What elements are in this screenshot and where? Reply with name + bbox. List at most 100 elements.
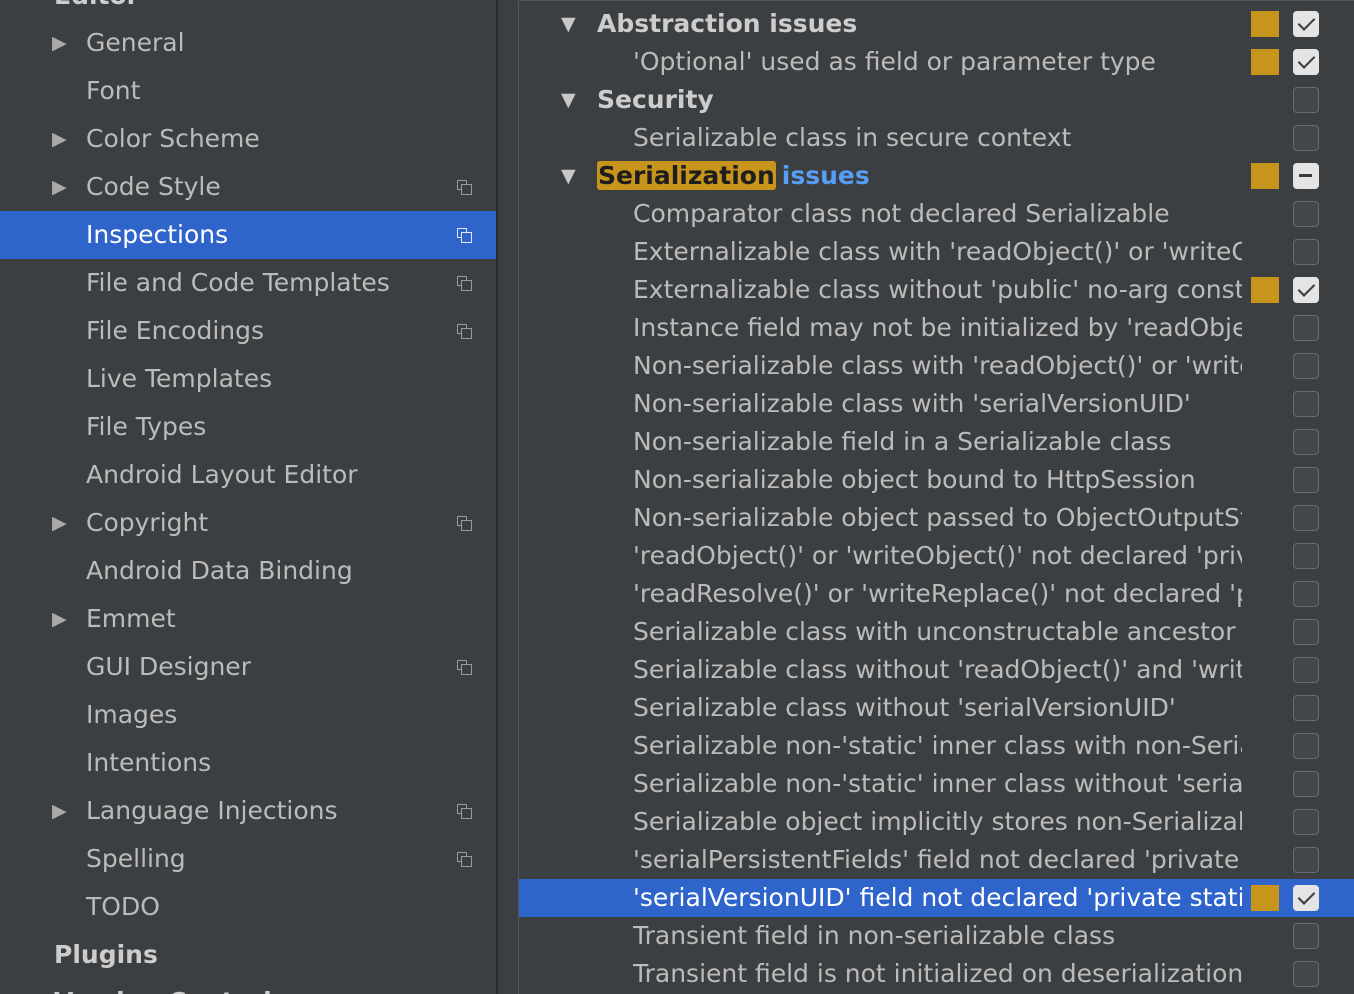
inspection-row[interactable]: Externalizable class with 'readObject()'… xyxy=(519,233,1354,271)
enable-checkbox[interactable] xyxy=(1293,809,1319,835)
expand-arrow-icon[interactable]: ▶ xyxy=(52,787,67,835)
copy-icon xyxy=(457,852,472,867)
inspection-row[interactable]: 'serialPersistentFields' field not decla… xyxy=(519,841,1354,879)
enable-checkbox[interactable] xyxy=(1293,885,1319,911)
sidebar-item-color-scheme[interactable]: ▶ Color Scheme xyxy=(0,115,496,163)
inspection-label: Non-serializable class with 'readObject(… xyxy=(633,351,1242,380)
enable-checkbox[interactable] xyxy=(1293,429,1319,455)
sidebar-item-label: Spelling xyxy=(86,844,186,873)
sidebar-item-inspections[interactable]: Inspections xyxy=(0,211,496,259)
enable-checkbox[interactable] xyxy=(1293,239,1319,265)
sidebar-item-spelling[interactable]: Spelling xyxy=(0,835,496,883)
enable-checkbox[interactable] xyxy=(1293,125,1319,151)
inspection-row[interactable]: Serializable class without 'readObject()… xyxy=(519,651,1354,689)
sidebar-item-general[interactable]: ▶ General xyxy=(0,19,496,67)
enable-checkbox[interactable] xyxy=(1293,87,1319,113)
inspection-row[interactable]: Transient field is not initialized on de… xyxy=(519,955,1354,993)
inspection-label: Serializable non-'static' inner class wi… xyxy=(633,769,1242,798)
enable-checkbox[interactable] xyxy=(1293,923,1319,949)
inspection-row[interactable]: Non-serializable object passed to Object… xyxy=(519,499,1354,537)
expand-arrow-icon[interactable]: ▶ xyxy=(52,19,67,67)
inspection-row[interactable]: 'serialVersionUID' field not declared 'p… xyxy=(519,879,1354,917)
sidebar-item-android-layout-editor[interactable]: Android Layout Editor xyxy=(0,451,496,499)
search-match-highlight: Serialization xyxy=(597,161,776,190)
sidebar-item-images[interactable]: Images xyxy=(0,691,496,739)
sidebar-item-gui-designer[interactable]: GUI Designer xyxy=(0,643,496,691)
inspection-row[interactable]: Instance field may not be initialized by… xyxy=(519,309,1354,347)
triangle-down-icon[interactable]: ▼ xyxy=(561,81,576,119)
sidebar-item-code-style[interactable]: ▶ Code Style xyxy=(0,163,496,211)
enable-checkbox[interactable] xyxy=(1293,733,1319,759)
enable-checkbox[interactable] xyxy=(1293,49,1319,75)
enable-checkbox[interactable] xyxy=(1293,657,1319,683)
expand-arrow-icon[interactable]: ▶ xyxy=(52,499,67,547)
sidebar-item-label: Android Layout Editor xyxy=(86,460,358,489)
copy-icon xyxy=(457,180,472,195)
inspection-label: Non-serializable object passed to Object… xyxy=(633,503,1242,532)
enable-checkbox[interactable] xyxy=(1293,277,1319,303)
sidebar-item-label: General xyxy=(86,28,185,57)
inspection-row[interactable]: 'readResolve()' or 'writeReplace()' not … xyxy=(519,575,1354,613)
inspection-row[interactable]: Non-serializable field in a Serializable… xyxy=(519,423,1354,461)
inspection-row[interactable]: 'readObject()' or 'writeObject()' not de… xyxy=(519,537,1354,575)
inspection-row[interactable]: Serializable non-'static' inner class wi… xyxy=(519,765,1354,803)
inspection-row[interactable]: Serializable non-'static' inner class wi… xyxy=(519,727,1354,765)
inspection-row[interactable]: 'Optional' used as field or parameter ty… xyxy=(519,43,1354,81)
sidebar-item-file-and-code-templates[interactable]: File and Code Templates xyxy=(0,259,496,307)
sidebar-section-plugins[interactable]: Plugins xyxy=(54,931,158,979)
inspection-group-row[interactable]: ▼ Serialization issues xyxy=(519,157,1354,195)
enable-checkbox[interactable] xyxy=(1293,847,1319,873)
copy-icon xyxy=(457,324,472,339)
inspection-group-row[interactable]: ▼ Abstraction issues xyxy=(519,5,1354,43)
inspection-row[interactable]: Serializable class in secure context xyxy=(519,119,1354,157)
sidebar-section-version-control[interactable]: Version Control xyxy=(54,978,272,994)
enable-checkbox[interactable] xyxy=(1293,315,1319,341)
sidebar-section-editor[interactable]: Editor xyxy=(54,0,139,20)
inspection-row[interactable]: Externalizable class without 'public' no… xyxy=(519,271,1354,309)
enable-checkbox[interactable] xyxy=(1293,201,1319,227)
sidebar-item-file-types[interactable]: File Types xyxy=(0,403,496,451)
sidebar-item-label: Intentions xyxy=(86,748,212,777)
inspection-row[interactable]: Transient field in non-serializable clas… xyxy=(519,917,1354,955)
sidebar-item-emmet[interactable]: ▶ Emmet xyxy=(0,595,496,643)
enable-checkbox[interactable] xyxy=(1293,581,1319,607)
triangle-down-icon[interactable]: ▼ xyxy=(561,5,576,43)
sidebar-item-copyright[interactable]: ▶ Copyright xyxy=(0,499,496,547)
copy-icon xyxy=(457,516,472,531)
sidebar-item-label: Android Data Binding xyxy=(86,556,353,585)
inspection-row[interactable]: Serializable object implicitly stores no… xyxy=(519,803,1354,841)
sidebar-item-language-injections[interactable]: ▶ Language Injections xyxy=(0,787,496,835)
inspection-row[interactable]: Serializable class without 'serialVersio… xyxy=(519,689,1354,727)
sidebar-item-file-encodings[interactable]: File Encodings xyxy=(0,307,496,355)
enable-checkbox[interactable] xyxy=(1293,11,1319,37)
triangle-down-icon[interactable]: ▼ xyxy=(561,157,576,195)
inspections-tree[interactable]: ▼ Abstraction issues 'Optional' used as fi… xyxy=(518,0,1354,994)
sidebar-item-label: File Types xyxy=(86,412,207,441)
inspection-group-row[interactable]: ▼ Security xyxy=(519,81,1354,119)
enable-checkbox[interactable] xyxy=(1293,771,1319,797)
enable-checkbox[interactable] xyxy=(1293,353,1319,379)
expand-arrow-icon[interactable]: ▶ xyxy=(52,115,67,163)
expand-arrow-icon[interactable]: ▶ xyxy=(52,163,67,211)
enable-checkbox[interactable] xyxy=(1293,505,1319,531)
inspection-row[interactable]: Comparator class not declared Serializab… xyxy=(519,195,1354,233)
inspection-row[interactable]: Serializable class with unconstructable … xyxy=(519,613,1354,651)
sidebar-item-font[interactable]: Font xyxy=(0,67,496,115)
expand-arrow-icon[interactable]: ▶ xyxy=(52,595,67,643)
enable-checkbox[interactable] xyxy=(1293,163,1319,189)
sidebar-item-intentions[interactable]: Intentions xyxy=(0,739,496,787)
inspection-row[interactable]: Non-serializable object bound to HttpSes… xyxy=(519,461,1354,499)
enable-checkbox[interactable] xyxy=(1293,467,1319,493)
enable-checkbox[interactable] xyxy=(1293,695,1319,721)
inspection-row[interactable]: Non-serializable class with 'readObject(… xyxy=(519,347,1354,385)
enable-checkbox[interactable] xyxy=(1293,961,1319,987)
enable-checkbox[interactable] xyxy=(1293,391,1319,417)
sidebar-item-live-templates[interactable]: Live Templates xyxy=(0,355,496,403)
inspection-row[interactable]: Non-serializable class with 'serialVersi… xyxy=(519,385,1354,423)
enable-checkbox[interactable] xyxy=(1293,619,1319,645)
sidebar-item-todo[interactable]: TODO xyxy=(0,883,496,931)
enable-checkbox[interactable] xyxy=(1293,543,1319,569)
inspection-label: 'readResolve()' or 'writeReplace()' not … xyxy=(633,579,1242,608)
sidebar-item-android-data-binding[interactable]: Android Data Binding xyxy=(0,547,496,595)
sidebar-item-label: Inspections xyxy=(86,220,229,249)
